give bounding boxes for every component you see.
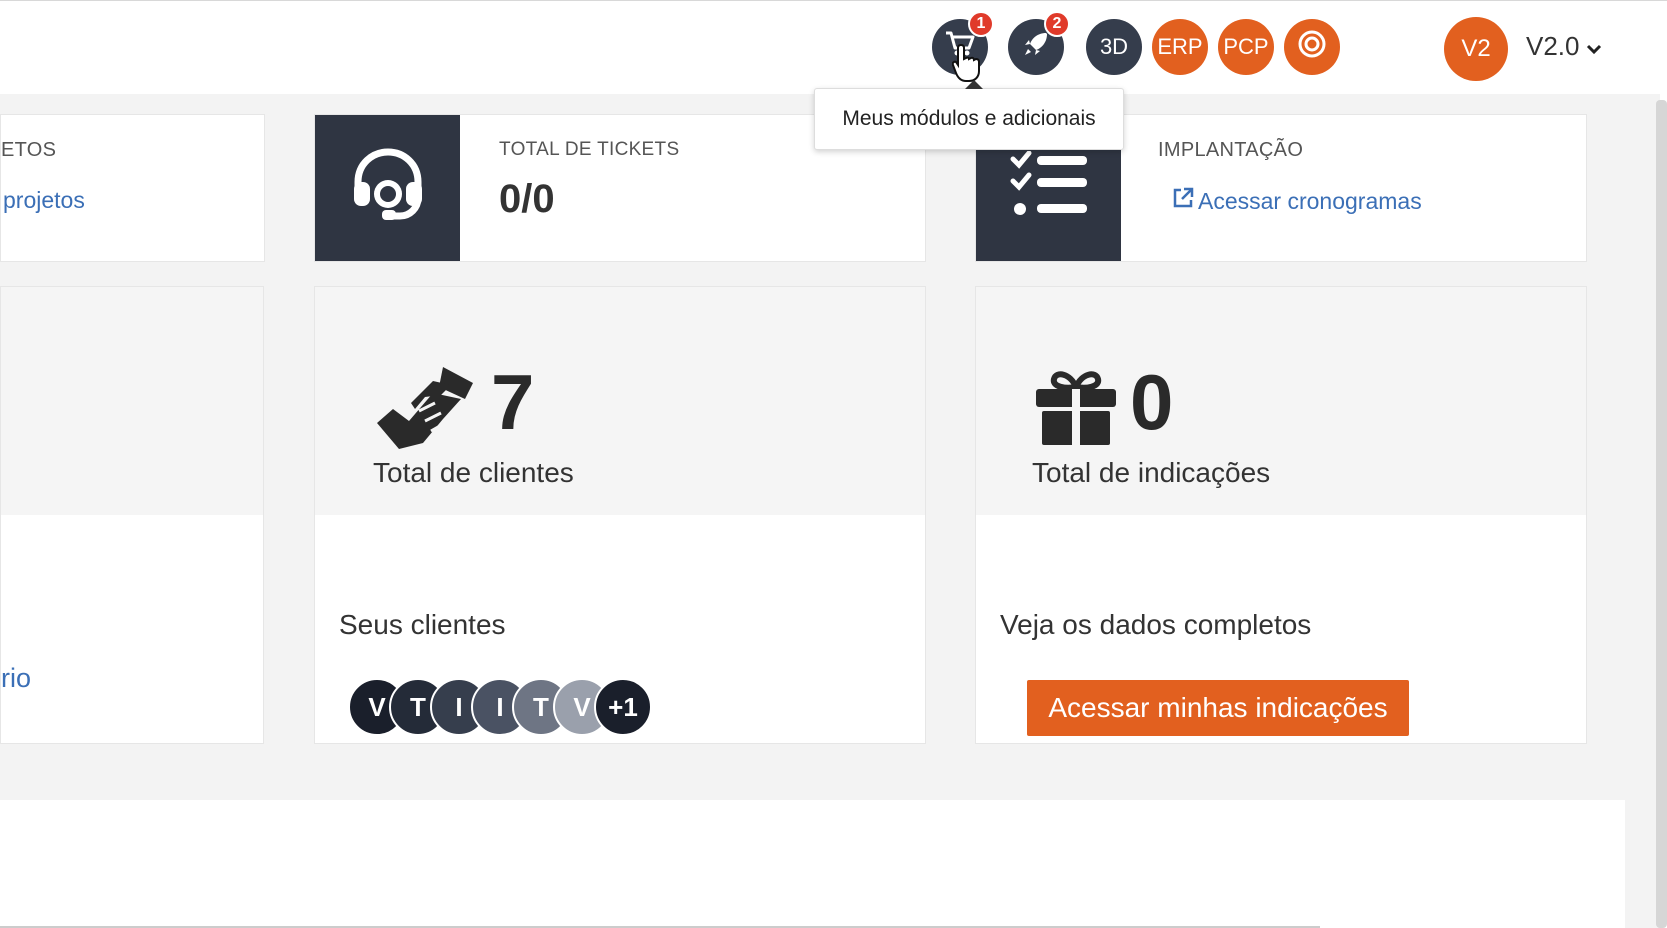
left-panel-top: [1, 287, 263, 515]
referrals-count: 0: [1130, 358, 1174, 446]
left-panel-link[interactable]: rio: [1, 663, 31, 694]
headset-icon-box: [315, 115, 460, 261]
left-panel: rio: [0, 286, 264, 744]
target-icon: [1297, 29, 1327, 65]
projects-link[interactable]: projetos: [3, 187, 85, 214]
implantation-label: IMPLANTAÇÃO: [1158, 139, 1304, 161]
your-clients-label: Seus clientes: [339, 609, 506, 640]
projects-label: ETOS: [1, 139, 57, 161]
chevron-down-icon: [1586, 31, 1602, 62]
more-clients-badge[interactable]: +1: [594, 678, 652, 736]
bottom-panel: [0, 800, 1625, 928]
client-avatars: V T I I T V +1: [348, 678, 652, 736]
headset-icon: [348, 146, 428, 231]
clients-count: 7: [491, 358, 535, 446]
version-selector[interactable]: V2.0: [1526, 31, 1602, 62]
vertical-scrollbar[interactable]: [1656, 100, 1667, 928]
clients-panel: 7 Total de clientes Seus clientes: [314, 286, 926, 744]
referrals-label: Total de indicações: [1032, 457, 1271, 488]
cart-badge: 1: [968, 11, 994, 37]
rocket-button[interactable]: 2: [1008, 11, 1070, 75]
user-avatar[interactable]: V2: [1444, 17, 1508, 81]
3d-button[interactable]: 3D: [1086, 19, 1142, 75]
gift-icon: [1034, 369, 1118, 450]
rocket-icon: [1022, 30, 1050, 64]
erp-button[interactable]: ERP: [1152, 19, 1208, 75]
full-data-label: Veja os dados completos: [1000, 609, 1312, 640]
projects-card: ETOS projetos: [0, 114, 265, 262]
version-label: V2.0: [1526, 31, 1580, 61]
pcp-button[interactable]: PCP: [1218, 19, 1274, 75]
tooltip: Meus módulos e adicionais: [814, 80, 1124, 150]
schedules-link-label: Acessar cronogramas: [1198, 187, 1422, 214]
tickets-value: 0/0: [499, 177, 555, 221]
checklist-icon: [1009, 150, 1089, 226]
tickets-label: TOTAL DE TICKETS: [499, 139, 680, 160]
handshake-icon: [373, 363, 479, 454]
external-link-icon: [1172, 187, 1194, 215]
schedules-link[interactable]: Acessar cronogramas: [1172, 187, 1422, 215]
rocket-badge: 2: [1044, 11, 1070, 37]
my-referrals-button[interactable]: Acessar minhas indicações: [1027, 680, 1409, 736]
top-bar: 1 2 3D ERP PCP V2 V2.0: [0, 0, 1667, 94]
referrals-panel: 0 Total de indicações Veja os dados comp…: [975, 286, 1587, 744]
clients-label: Total de clientes: [373, 457, 574, 488]
target-button[interactable]: [1284, 19, 1340, 75]
